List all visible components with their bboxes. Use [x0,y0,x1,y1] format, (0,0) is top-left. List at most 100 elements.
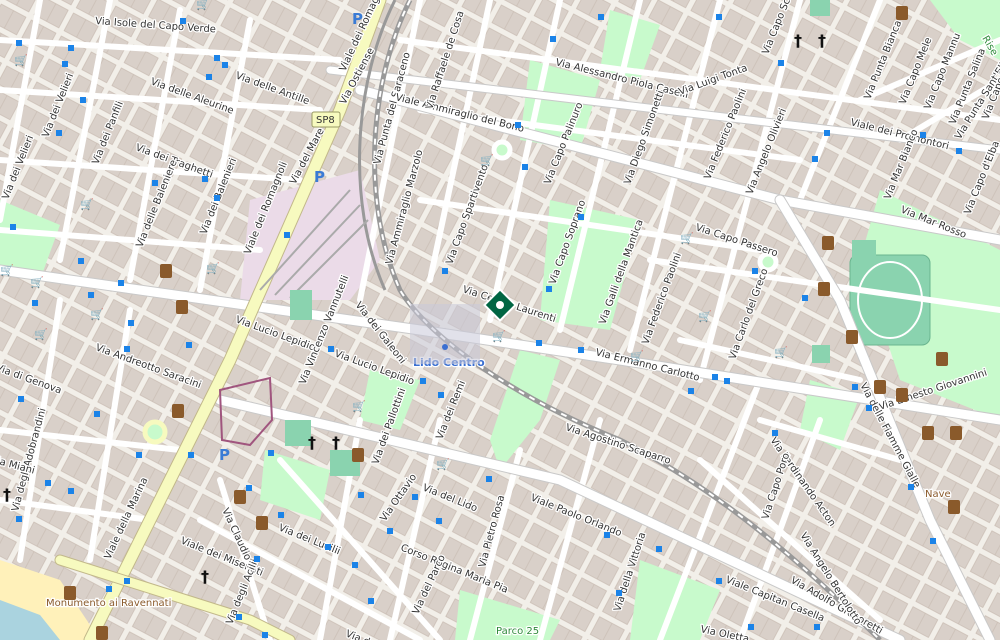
bus-stop-icon [78,258,84,264]
bus-stop-icon [206,74,212,80]
bus-stop-icon [812,156,818,162]
bus-stop-icon [387,528,393,534]
bus-stop-icon [180,18,186,24]
parking-icon: P [219,446,230,464]
amenity-icon [64,586,76,600]
poi-nave-label: Nave [925,489,951,500]
bus-stop-icon [604,532,610,538]
shop-cart-icon: 🛒 [196,0,210,11]
bus-stop-icon [16,40,22,46]
bus-stop-icon [186,342,192,348]
route-badge-text: SP8 [316,115,335,126]
parking-icon: P [314,168,325,186]
bus-stop-icon [550,36,556,42]
bus-stop-icon [80,97,86,103]
bus-stop-icon [616,590,622,596]
bus-stop-icon [68,488,74,494]
bus-stop-icon [68,45,74,51]
amenity-icon [896,6,908,20]
bus-stop-icon [930,538,936,544]
bus-stop-icon [920,132,926,138]
shop-cart-icon: 🛒 [480,154,494,167]
church-icon: † [308,433,316,452]
church-icon: † [201,567,209,586]
bus-stop-icon [56,130,62,136]
bus-stop-icon [752,268,758,274]
bus-stop-icon [32,300,38,306]
amenity-icon [96,626,108,640]
shop-cart-icon: 🛒 [206,262,220,275]
bus-stop-icon [262,632,268,638]
amenity-icon [160,264,172,278]
shop-cart-icon: 🛒 [30,276,44,289]
amenity-icon [818,282,830,296]
church-icon: † [818,31,826,50]
amenity-icon [936,352,948,366]
map-canvas[interactable]: Via Isole del Capo Verde Viale dei Romag… [0,0,1000,640]
shop-cart-icon: 🛒 [698,310,712,323]
bus-stop-icon [716,14,722,20]
bus-stop-icon [268,450,274,456]
shop-cart-icon: 🛒 [14,54,28,67]
bus-stop-icon [214,55,220,61]
bus-stop-icon [124,346,130,352]
amenity-icon [922,426,934,440]
bus-stop-icon [284,232,290,238]
bus-stop-icon [956,148,962,154]
poi-monument-label: Monumento ai Ravennati [46,598,171,609]
bus-stop-icon [118,280,124,286]
amenity-icon [896,388,908,402]
bus-stop-icon [128,320,134,326]
bus-stop-icon [724,378,730,384]
shop-cart-icon: 🛒 [80,198,94,211]
bus-stop-icon [866,405,872,411]
amenity-icon [172,404,184,418]
shop-cart-icon: 🛒 [0,264,14,277]
shop-cart-icon: 🛒 [630,350,644,363]
bus-stop-icon [852,384,858,390]
bus-stop-icon [45,480,51,486]
bus-stop-icon [656,546,662,552]
bus-stop-icon [136,452,142,458]
church-icon: † [794,31,802,50]
bus-stop-icon [368,598,374,604]
bus-stop-icon [802,295,808,301]
amenity-icon [846,330,858,344]
shop-cart-icon: 🛒 [492,330,506,343]
bus-stop-icon [438,392,444,398]
bus-stop-icon [748,624,754,630]
bus-stop-icon [598,14,604,20]
bus-stop-icon [325,544,331,550]
route-badge: SP8 [311,111,341,128]
bus-stop-icon [254,556,260,562]
station-marker[interactable] [410,304,480,364]
shop-cart-icon: 🛒 [352,400,366,413]
bus-stop-icon [442,268,448,274]
bus-stop-icon [88,292,94,298]
bus-stop-icon [16,516,22,522]
bus-stop-icon [106,586,112,592]
bus-stop-icon [536,340,542,346]
bus-stop-icon [188,452,194,458]
amenity-icon [948,500,960,514]
bus-stop-icon [328,346,334,352]
shop-cart-icon: 🛒 [90,308,104,321]
amenity-icon [176,300,188,314]
park-label: Parco 25 [496,626,539,637]
bus-stop-icon [436,518,442,524]
parking-icon: P [352,10,363,28]
bus-stop-icon [124,578,130,584]
bus-stop-icon [716,578,722,584]
bus-stop-icon [236,614,242,620]
bus-stop-icon [772,430,778,436]
bus-stop-icon [278,512,284,518]
bus-stop-icon [522,164,528,170]
bus-stop-icon [515,122,521,128]
bus-stop-icon [578,214,584,220]
bus-stop-icon [814,624,820,630]
bus-stop-icon [420,378,426,384]
church-icon: † [332,433,340,452]
bus-stop-icon [152,180,158,186]
amenity-icon [352,448,364,462]
shop-cart-icon: 🛒 [34,328,48,341]
